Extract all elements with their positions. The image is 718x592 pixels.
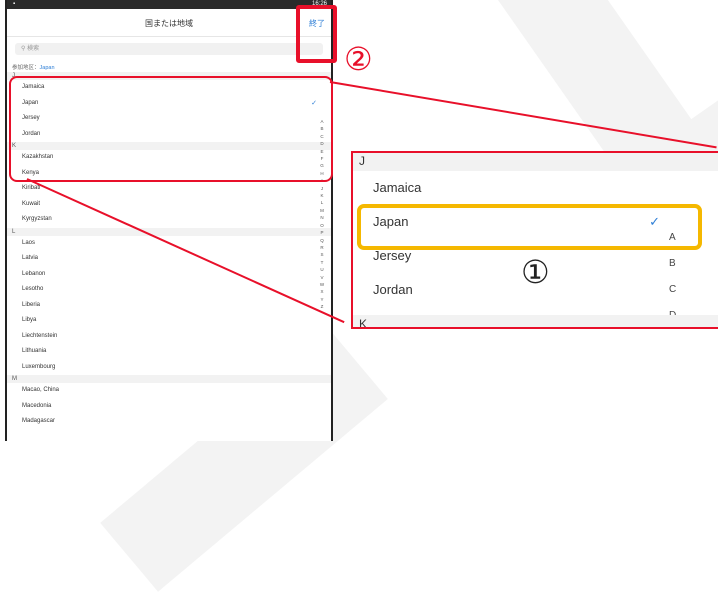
nav-bar: 国または地域 終了 (7, 9, 331, 37)
country-row[interactable]: Macao, China (7, 383, 331, 399)
country-name: Lebanon (22, 270, 46, 277)
country-name: Latvia (22, 255, 39, 261)
current-region-label: 参加地区： (12, 65, 40, 71)
country-name: Kuwait (22, 200, 41, 207)
search-placeholder: 検索 (27, 46, 40, 52)
index-letter[interactable]: J (319, 185, 325, 192)
index-letter[interactable]: N (319, 214, 325, 221)
index-letter[interactable]: X (319, 288, 325, 295)
country-row[interactable]: Kuwait (7, 197, 331, 213)
phone-screen: ▪ 16:26 国または地域 終了 ⚲ 検索 参加地区：Japan J Jamai… (5, 0, 333, 441)
search-input[interactable]: ⚲ 検索 (15, 43, 323, 55)
country-row[interactable]: Lithuania (7, 344, 331, 360)
country-row[interactable]: Latvia (7, 251, 331, 267)
index-letter[interactable]: T (319, 259, 325, 266)
country-row[interactable]: Kiribati (7, 181, 331, 197)
app-icon: ▪ (13, 1, 16, 7)
country-row[interactable]: Luxembourg (7, 360, 331, 376)
country-name: Macao, China (22, 387, 60, 393)
country-name: Libya (22, 317, 37, 323)
country-name: Madagascar (22, 418, 56, 424)
country-row[interactable]: Liechtenstein (7, 329, 331, 345)
index-letter[interactable]: K (319, 192, 325, 199)
current-region-value: Japan (39, 65, 55, 71)
status-bar: ▪ 16:26 (7, 0, 331, 9)
index-letter[interactable]: Q (319, 237, 325, 244)
index-letter[interactable]: Y (319, 296, 325, 303)
country-row[interactable]: Kyrgyzstan (7, 212, 331, 228)
japan-selected-highlight (357, 204, 702, 250)
section-j-highlight-box (9, 76, 333, 182)
index-letter[interactable]: V (319, 274, 325, 281)
index-letter[interactable]: S (319, 251, 325, 258)
page-title: 国または地域 (145, 19, 193, 28)
country-row[interactable]: Macedonia (7, 399, 331, 415)
step-1-marker: ① (521, 253, 550, 291)
country-name: Laos (22, 239, 36, 246)
country-name: Lesotho (22, 286, 44, 292)
done-highlight-box (296, 5, 337, 63)
index-letter[interactable]: O (319, 222, 325, 229)
current-region: 参加地区：Japan (12, 63, 331, 72)
country-name: Luxembourg (22, 363, 56, 370)
country-name: Kyrgyzstan (22, 216, 52, 222)
country-row[interactable]: Madagascar (7, 414, 331, 430)
section-header: L (7, 227, 331, 236)
index-letter[interactable]: R (319, 244, 325, 251)
country-name: Lithuania (22, 348, 47, 354)
index-letter[interactable]: U (319, 266, 325, 273)
index-letter[interactable]: M (319, 207, 325, 214)
search-icon: ⚲ (21, 46, 26, 52)
index-letter[interactable]: L (319, 199, 325, 206)
country-name: Liechtenstein (22, 332, 58, 339)
section-header: M (7, 375, 331, 383)
country-name: Kiribati (22, 185, 41, 191)
country-name: Macedonia (22, 402, 52, 409)
country-row[interactable]: Liberia (7, 298, 331, 314)
index-letter[interactable]: W (319, 281, 325, 288)
index-letter[interactable]: P (319, 229, 325, 236)
country-name: Liberia (22, 301, 41, 308)
step-2-marker: ② (344, 40, 373, 78)
country-row[interactable]: Libya (7, 313, 331, 329)
country-row[interactable]: Lebanon (7, 267, 331, 283)
